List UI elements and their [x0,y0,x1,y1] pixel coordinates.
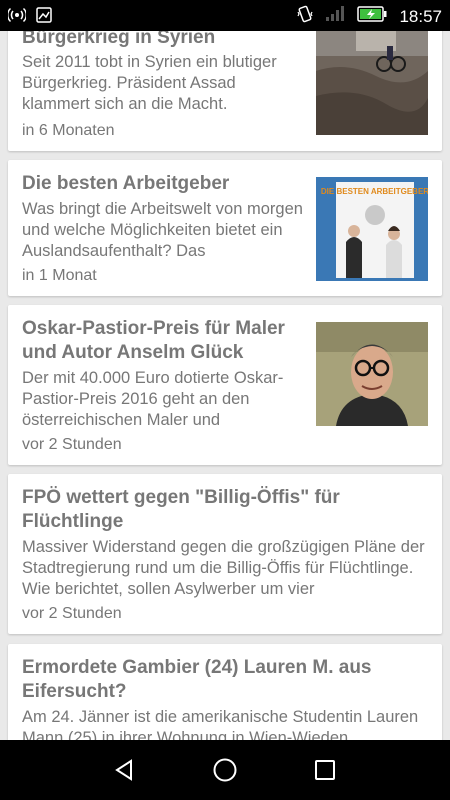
article-card[interactable]: FPÖ wettert gegen "Billig-Öffis" für Flü… [8,474,442,634]
back-button[interactable] [110,755,140,785]
article-card[interactable]: Ermordete Gambier (24) Lauren M. aus Eif… [8,644,442,740]
hotspot-icon [6,6,28,29]
article-card[interactable]: Bürgerkrieg in Syrien Seit 2011 tobt in … [8,31,442,151]
signal-icon [325,6,345,27]
recents-button[interactable] [310,755,340,785]
article-teaser: Massiver Widerstand gegen die großzügige… [22,538,425,598]
article-title: Ermordete Gambier (24) Lauren M. aus Eif… [22,657,372,702]
back-icon [115,759,132,781]
article-time: in 1 Monat [22,267,97,284]
article-card[interactable]: Oskar-Pastior-Preis für Maler und Autor … [8,305,442,465]
article-title: FPÖ wettert gegen "Billig-Öffis" für Flü… [22,487,340,532]
article-teaser: Seit 2011 tobt in Syrien ein blutiger Bü… [22,53,277,113]
article-teaser: Was bringt die Arbeitswelt von morgen un… [22,200,303,260]
home-button[interactable] [210,755,240,785]
status-clock: 18:57 [399,6,442,26]
article-thumbnail [316,31,428,135]
article-card[interactable]: Die besten Arbeitgeber Was bringt die Ar… [8,160,442,296]
vibrate-icon [297,5,313,28]
article-title: Oskar-Pastior-Preis für Maler und Autor … [22,318,285,363]
article-teaser: Der mit 40.000 Euro dotierte Oskar-Pasti… [22,369,284,429]
article-time: vor 2 Stunden [22,605,122,622]
article-time: vor 2 Stunden [22,436,122,453]
article-title: Bürgerkrieg in Syrien [22,31,216,48]
battery-charging-icon [357,6,387,27]
article-thumbnail: DIE BESTEN ARBEITGEBER [316,177,428,281]
thumb-label: DIE BESTEN ARBEITGEBER [321,187,428,196]
recents-icon [315,760,335,780]
article-time: in 6 Monaten [22,122,115,139]
article-thumbnail [316,322,428,426]
article-title: Die besten Arbeitgeber [22,173,230,194]
article-teaser: Am 24. Jänner ist die amerikanische Stud… [22,708,419,740]
home-icon [213,758,237,782]
status-bar: 18:57 [0,0,450,31]
navigation-bar [0,740,450,800]
news-feed[interactable]: Bürgerkrieg in Syrien Seit 2011 tobt in … [0,31,450,740]
image-notification-icon [36,7,52,28]
